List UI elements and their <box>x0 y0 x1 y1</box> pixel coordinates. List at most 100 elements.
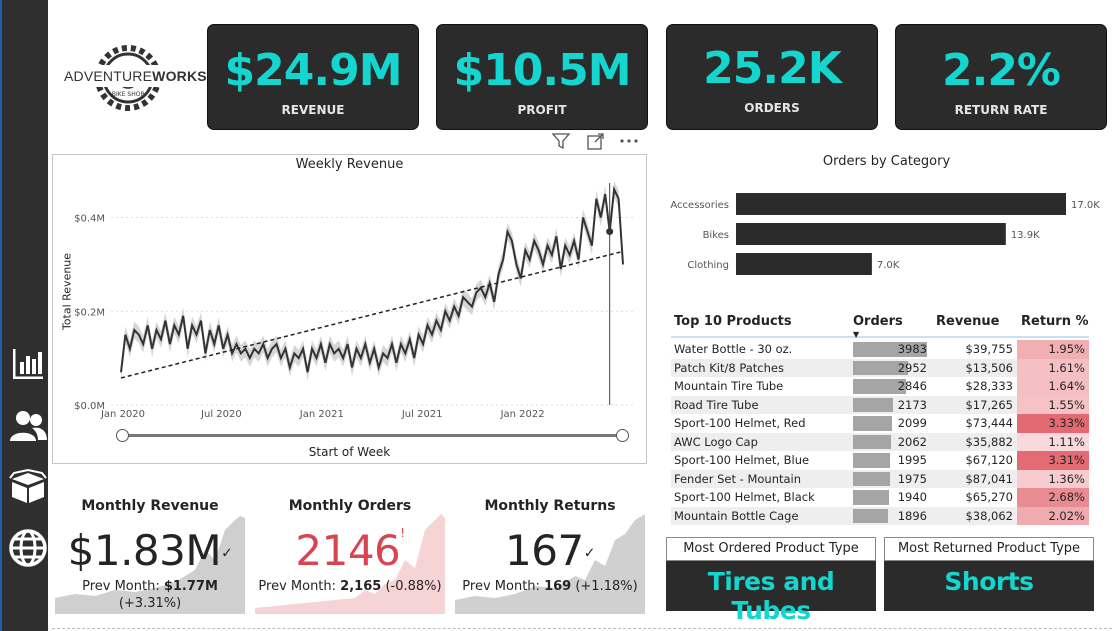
product-name: Patch Kit/8 Patches <box>674 360 784 375</box>
y-axis-title: Total Revenue <box>60 252 74 331</box>
orders-by-category-plot: Accessories 17.0K Bikes 13.9K Clothing 7.0K <box>670 193 1100 275</box>
orders-by-category-chart[interactable]: Orders by Category Accessories 17.0K Bikes… <box>664 150 1114 290</box>
revenue-value: $35,882 <box>965 434 1013 449</box>
category-label: Accessories <box>670 200 729 211</box>
category-bar <box>736 253 872 275</box>
orders-data-bar <box>853 508 888 523</box>
table-row[interactable]: Mountain Tire Tube 2846 $28,333 1.64% <box>671 377 1089 396</box>
bar-value-label: 7.0K <box>877 260 900 271</box>
kpi-label: ORDERS <box>744 101 800 115</box>
kpi-value: $24.9M <box>224 45 403 96</box>
product-name: Sport-100 Helmet, Black <box>674 490 815 504</box>
monthly-revenue-card[interactable]: Monthly Revenue $1.83M✓ Prev Month: $1.7… <box>55 490 245 614</box>
category-bar <box>736 223 1006 245</box>
revenue-value: $39,755 <box>965 342 1013 356</box>
kpi-value: $10.5M <box>453 45 632 96</box>
header-product[interactable]: Top 10 Products <box>674 314 792 329</box>
return-rate-value: 1.95% <box>1017 340 1089 359</box>
bar-value-label: 13.9K <box>1011 230 1040 241</box>
x-tick-label: Jan 2022 <box>500 409 545 420</box>
table-row[interactable]: Patch Kit/8 Patches 2952 $13,506 1.61% <box>671 358 1089 377</box>
return-rate-value: 1.11% <box>1017 432 1089 451</box>
orders-data-bar <box>853 471 890 486</box>
category-label: Bikes <box>703 230 729 241</box>
kpi-revenue-card[interactable]: $24.9M REVENUE <box>207 24 419 130</box>
orders-data-bar <box>853 490 889 505</box>
revenue-value: $87,041 <box>965 471 1013 486</box>
kpi-value: 25.2K <box>703 43 842 94</box>
x-tick-label: Jul 2020 <box>200 409 242 420</box>
status-check-icon: ✓ <box>583 545 596 562</box>
sidebar <box>0 0 48 631</box>
table-row[interactable]: Sport-100 Helmet, Red 2099 $73,444 3.33% <box>671 414 1089 433</box>
more-options-icon[interactable] <box>618 130 640 152</box>
kpi-orders-card[interactable]: 25.2K ORDERS <box>666 24 878 130</box>
box-icon[interactable] <box>6 465 50 509</box>
orders-value: 2099 <box>897 416 927 430</box>
y-tick-label: $0.2M <box>74 307 105 318</box>
x-tick-label: Jul 2021 <box>401 409 443 420</box>
kpi-return-rate-card[interactable]: 2.2% RETURN RATE <box>895 24 1107 130</box>
most-ordered-product-type-card[interactable]: Most Ordered Product Type Tires and Tube… <box>666 537 876 625</box>
bar-chart-icon[interactable] <box>6 342 50 386</box>
kpi-profit-card[interactable]: $10.5M PROFIT <box>436 24 648 130</box>
slider-handle-end[interactable] <box>616 429 629 442</box>
revenue-value: $38,062 <box>965 508 1013 523</box>
card-value: 167✓ <box>505 526 596 575</box>
kpi-value: 2.2% <box>941 45 1061 96</box>
product-name: Sport-100 Helmet, Blue <box>674 453 810 467</box>
x-tick-label: Jan 2020 <box>100 409 145 420</box>
revenue-value: $28,333 <box>965 379 1013 393</box>
most-returned-product-type-card[interactable]: Most Returned Product Type Shorts <box>884 537 1094 611</box>
prev-month-text: Prev Month: 169 (+1.18%) <box>462 579 638 594</box>
orders-data-bar <box>853 416 892 431</box>
product-name: Fender Set - Mountain <box>674 471 802 486</box>
monthly-returns-card[interactable]: Monthly Returns 167✓ Prev Month: 169 (+1… <box>455 490 645 614</box>
return-rate-value: 1.64% <box>1017 377 1089 396</box>
product-name: Sport-100 Helmet, Red <box>674 416 806 430</box>
hover-point <box>606 228 614 236</box>
weekly-revenue-chart[interactable]: Weekly Revenue $0.0M $0.2M $0.4M Jan 2020 Ju… <box>52 154 647 464</box>
table-row[interactable]: Road Tire Tube 2173 $17,265 1.55% <box>671 395 1089 414</box>
kpi-label: RETURN RATE <box>954 103 1048 117</box>
users-icon[interactable] <box>6 404 50 448</box>
header-revenue[interactable]: Revenue <box>936 314 999 329</box>
slider-handle-start[interactable] <box>116 429 129 442</box>
table-row[interactable]: Water Bottle - 30 oz. 3983 $39,755 1.95% <box>671 340 1089 359</box>
card-label: Most Ordered Product Type <box>666 537 876 561</box>
product-name: Mountain Bottle Cage <box>674 508 799 523</box>
confidence-band <box>121 180 623 381</box>
filter-icon[interactable] <box>550 130 572 152</box>
category-bar <box>736 193 1066 215</box>
header-orders[interactable]: Orders <box>853 314 903 329</box>
sort-desc-icon[interactable]: ▼ <box>853 330 859 339</box>
revenue-value: $65,270 <box>965 490 1013 504</box>
orders-value: 2952 <box>897 360 927 375</box>
table-row[interactable]: Mountain Bottle Cage 1896 $38,062 2.02% <box>671 506 1089 525</box>
revenue-value: $73,444 <box>965 416 1013 430</box>
table-row[interactable]: Sport-100 Helmet, Black 1940 $65,270 2.68% <box>671 488 1089 507</box>
card-value: Tires and Tubes <box>707 567 835 625</box>
date-range-slider-track[interactable] <box>121 434 624 437</box>
logo-subtitle: BIKE SHOP <box>111 91 145 98</box>
revenue-value: $67,120 <box>965 453 1013 467</box>
return-rate-value: 1.55% <box>1017 395 1089 414</box>
focus-mode-icon[interactable] <box>585 130 607 152</box>
orders-value: 1975 <box>897 471 927 486</box>
status-check-icon: ✓ <box>221 545 233 562</box>
revenue-value: $13,506 <box>965 360 1013 375</box>
card-value: $1.83M✓ <box>67 526 233 575</box>
monthly-orders-card[interactable]: Monthly Orders 2146! Prev Month: 2,165 (… <box>255 490 445 614</box>
return-rate-value: 2.02% <box>1017 506 1089 525</box>
orders-value: 1896 <box>897 508 927 523</box>
table-row[interactable]: AWC Logo Cap 2062 $35,882 1.11% <box>671 432 1089 451</box>
header-return[interactable]: Return % <box>1021 314 1089 329</box>
card-title: Monthly Returns <box>484 498 616 514</box>
table-row[interactable]: Sport-100 Helmet, Blue 1995 $67,120 3.31% <box>671 451 1089 470</box>
orders-data-bar <box>853 453 890 468</box>
table-row[interactable]: Fender Set - Mountain 1975 $87,041 1.36% <box>671 469 1089 488</box>
return-rate-value: 3.33% <box>1017 414 1089 433</box>
table-header: Top 10 Products Orders ▼ Revenue Return … <box>671 310 1089 339</box>
globe-icon[interactable] <box>6 526 50 570</box>
card-value: Shorts <box>944 567 1034 596</box>
